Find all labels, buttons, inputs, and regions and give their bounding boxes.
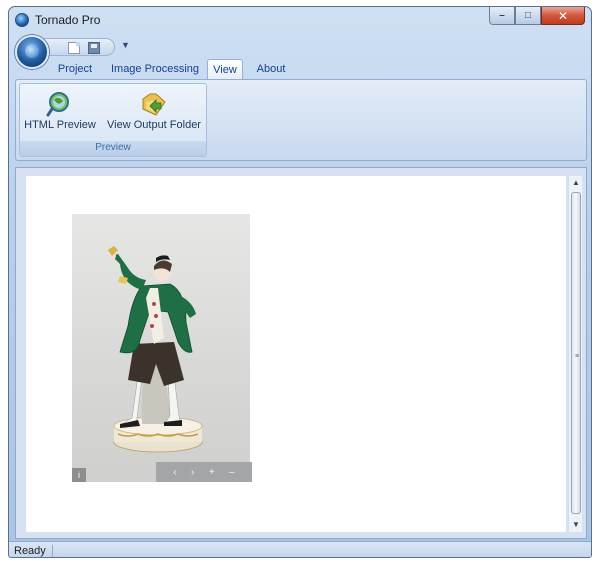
window-title: Tornado Pro bbox=[35, 13, 101, 27]
html-preview-button[interactable]: HTML Preview bbox=[22, 86, 98, 138]
figurine-image[interactable]: i ‹ › + – bbox=[72, 214, 252, 482]
magnifier-globe-icon bbox=[46, 92, 69, 117]
app-icon bbox=[15, 13, 29, 27]
html-preview-label: HTML Preview bbox=[24, 119, 96, 131]
window-controls: – □ ✕ bbox=[489, 7, 585, 27]
minimize-button[interactable]: – bbox=[489, 7, 515, 25]
tab-project[interactable]: Project bbox=[49, 59, 101, 79]
new-document-icon[interactable] bbox=[68, 42, 80, 54]
ribbon-panel: HTML Preview View Output Folder Preview bbox=[15, 79, 587, 161]
tab-image-processing[interactable]: Image Processing bbox=[105, 59, 205, 79]
application-menu-button[interactable] bbox=[15, 35, 49, 69]
preview-frame: i ‹ › + – ▲ ≡ ▼ bbox=[15, 167, 587, 539]
scroll-grip-icon: ≡ bbox=[574, 353, 580, 360]
image-controls: ‹ › + – bbox=[156, 462, 252, 482]
previous-image-button[interactable]: ‹ bbox=[173, 467, 176, 478]
image-info-button[interactable]: i bbox=[72, 468, 86, 482]
zoom-in-button[interactable]: + bbox=[209, 467, 215, 478]
view-output-folder-label: View Output Folder bbox=[107, 119, 201, 131]
scroll-down-button[interactable]: ▼ bbox=[569, 518, 583, 532]
tab-view[interactable]: View bbox=[207, 59, 243, 80]
title-bar[interactable]: Tornado Pro – □ ✕ bbox=[9, 7, 591, 33]
figurine-illustration bbox=[108, 246, 203, 453]
vertical-scrollbar[interactable]: ▲ ≡ ▼ bbox=[568, 176, 582, 532]
preview-pane[interactable]: i ‹ › + – bbox=[26, 176, 566, 532]
restore-button[interactable]: □ bbox=[515, 7, 541, 25]
status-text: Ready bbox=[14, 545, 53, 557]
view-output-folder-button[interactable]: View Output Folder bbox=[102, 86, 206, 138]
group-label-preview: Preview bbox=[20, 141, 206, 156]
folder-arrow-icon bbox=[142, 93, 166, 116]
scroll-thumb[interactable]: ≡ bbox=[571, 192, 581, 514]
scroll-up-button[interactable]: ▲ bbox=[569, 176, 583, 190]
orb-icon bbox=[25, 44, 39, 58]
next-image-button[interactable]: › bbox=[191, 467, 194, 478]
app-window: Tornado Pro – □ ✕ ▼ Project Image Proces… bbox=[8, 6, 592, 558]
status-bar: Ready bbox=[9, 541, 591, 557]
save-icon[interactable] bbox=[88, 42, 100, 54]
preview-group: HTML Preview View Output Folder Preview bbox=[19, 83, 207, 157]
close-button[interactable]: ✕ bbox=[541, 7, 585, 25]
tab-about[interactable]: About bbox=[249, 59, 293, 79]
quick-access-toolbar bbox=[43, 38, 115, 56]
zoom-out-button[interactable]: – bbox=[229, 467, 235, 478]
quick-access-dropdown-icon[interactable]: ▼ bbox=[121, 40, 130, 50]
